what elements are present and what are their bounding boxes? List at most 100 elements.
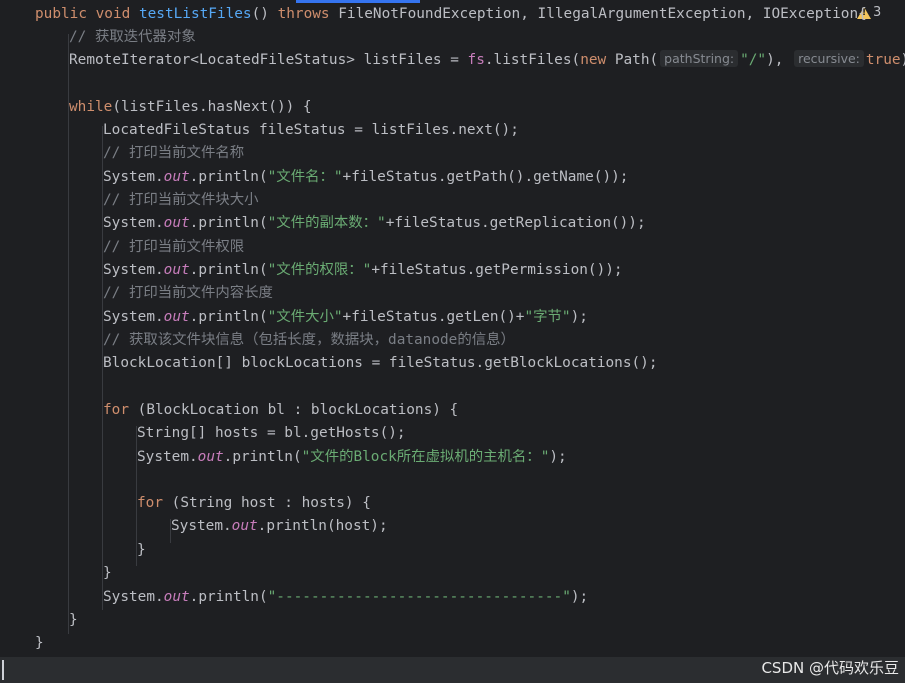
code-token: for: [137, 495, 172, 511]
code-token: "---------------------------------": [267, 589, 571, 605]
code-token: true: [865, 52, 901, 68]
code-token: out: [231, 518, 258, 534]
code-token: out: [163, 169, 190, 185]
parameter-hint: pathString:: [660, 50, 739, 67]
code-line[interactable]: }: [103, 562, 112, 585]
text-cursor: [2, 660, 4, 680]
code-token: +fileStatus.getPath().getName());: [342, 169, 629, 185]
code-token: System.: [137, 449, 198, 465]
parameter-hint: recursive:: [794, 50, 864, 67]
code-token: "字节": [524, 309, 571, 325]
code-token: "/": [740, 52, 767, 68]
code-token: while: [69, 99, 113, 115]
code-token: .println(: [223, 449, 302, 465]
code-token: out: [163, 215, 190, 231]
code-line[interactable]: System.out.println("文件的副本数："+fileStatus.…: [103, 212, 646, 235]
code-token: out: [163, 589, 190, 605]
code-comment[interactable]: // 打印当前文件块大小: [103, 189, 259, 212]
code-token: .println(: [189, 589, 268, 605]
code-token: LocatedFileStatus fileStatus = listFiles…: [103, 122, 519, 138]
code-line[interactable]: System.out.println("文件大小"+fileStatus.get…: [103, 306, 588, 329]
code-token: Path(: [614, 52, 659, 68]
code-token: .listFiles(: [484, 52, 581, 68]
code-token: );: [901, 52, 905, 68]
code-token: }: [103, 565, 112, 581]
code-token: (BlockLocation bl : blockLocations) {: [137, 402, 459, 418]
code-token: String[] hosts = bl.getHosts();: [137, 425, 406, 441]
code-token: BlockLocation[] blockLocations = fileSta…: [103, 355, 658, 371]
code-token: System.: [103, 589, 164, 605]
code-token: }: [35, 635, 44, 651]
code-line[interactable]: System.out.println(host);: [171, 515, 388, 538]
code-token: fs: [467, 52, 485, 68]
code-token: (): [251, 6, 278, 22]
code-token: +fileStatus.getReplication());: [385, 215, 646, 231]
code-token: System.: [171, 518, 232, 534]
code-comment[interactable]: // 打印当前文件名称: [103, 142, 244, 165]
code-token: // 打印当前文件内容长度: [103, 285, 273, 301]
code-line[interactable]: String[] hosts = bl.getHosts();: [137, 422, 406, 445]
code-line[interactable]: public void testListFiles() throws FileN…: [35, 3, 867, 26]
code-token: testListFiles: [138, 6, 252, 22]
code-editor[interactable]: 3 public void testListFiles() throws Fil…: [0, 0, 905, 683]
code-token: );: [570, 309, 588, 325]
code-comment[interactable]: // 打印当前文件内容长度: [103, 282, 273, 305]
indent-guide: [68, 34, 69, 634]
code-token: System.: [103, 309, 164, 325]
code-token: // 打印当前文件块大小: [103, 192, 259, 208]
code-token: .println(: [189, 215, 268, 231]
code-token: ),: [766, 52, 793, 68]
code-line[interactable]: while(listFiles.hasNext()) {: [69, 96, 312, 119]
code-token: FileNotFoundException: [338, 6, 521, 22]
code-token: "文件的副本数：": [267, 215, 386, 231]
code-token: new: [580, 52, 615, 68]
code-token: out: [163, 309, 190, 325]
code-token: .println(: [189, 309, 268, 325]
code-line[interactable]: }: [69, 609, 78, 632]
code-line[interactable]: BlockLocation[] blockLocations = fileSta…: [103, 352, 658, 375]
code-token: +fileStatus.getLen()+: [342, 309, 525, 325]
code-token: // 获取迭代器对象: [69, 29, 196, 45]
code-line[interactable]: }: [35, 632, 44, 655]
code-line[interactable]: System.out.println("文件的Block所在虚拟机的主机名：")…: [137, 446, 567, 469]
code-token: .println(host);: [257, 518, 388, 534]
code-token: "文件大小": [267, 309, 343, 325]
code-token: }: [69, 612, 78, 628]
code-token: +fileStatus.getPermission());: [371, 262, 623, 278]
code-token: , IllegalArgumentException, IOException{: [520, 6, 867, 22]
code-token: .println(: [189, 262, 268, 278]
code-line[interactable]: }: [137, 539, 146, 562]
code-token: );: [549, 449, 567, 465]
code-comment[interactable]: // 打印当前文件权限: [103, 236, 244, 259]
code-comment[interactable]: // 获取该文件块信息（包括长度，数据块，datanode的信息）: [103, 329, 515, 352]
code-token: (String host : hosts) {: [171, 495, 371, 511]
code-line[interactable]: System.out.println("文件名："+fileStatus.get…: [103, 166, 628, 189]
code-token: );: [570, 589, 589, 605]
code-token: // 打印当前文件权限: [103, 239, 245, 255]
code-token: System.: [103, 262, 164, 278]
code-token: System.: [103, 215, 164, 231]
code-token: out: [163, 262, 190, 278]
code-token: "文件的Block所在虚拟机的主机名：": [301, 449, 550, 465]
code-token: public void: [35, 6, 139, 22]
code-token: (listFiles.hasNext()) {: [112, 99, 312, 115]
code-line[interactable]: System.out.println("文件的权限："+fileStatus.g…: [103, 259, 623, 282]
code-line[interactable]: for (BlockLocation bl : blockLocations) …: [103, 399, 458, 422]
code-token: "文件的权限：": [267, 262, 372, 278]
warning-count: 3: [873, 5, 882, 20]
code-line[interactable]: RemoteIterator<LocatedFileStatus> listFi…: [69, 49, 905, 72]
code-token: RemoteIterator<LocatedFileStatus> listFi…: [69, 52, 468, 68]
code-line[interactable]: System.out.println("--------------------…: [103, 586, 588, 609]
code-line[interactable]: LocatedFileStatus fileStatus = listFiles…: [103, 119, 519, 142]
code-token: "文件名：": [267, 169, 343, 185]
code-comment[interactable]: // 获取迭代器对象: [69, 26, 196, 49]
code-token: // 获取该文件块信息（包括长度，数据块，datanode的信息）: [103, 332, 515, 348]
code-token: .println(: [189, 169, 268, 185]
watermark: CSDN @代码欢乐豆: [761, 659, 899, 677]
code-token: }: [137, 542, 146, 558]
code-token: out: [197, 449, 224, 465]
code-token: throws: [277, 6, 339, 22]
code-token: System.: [103, 169, 164, 185]
code-line[interactable]: for (String host : hosts) {: [137, 492, 371, 515]
code-token: // 打印当前文件名称: [103, 145, 245, 161]
